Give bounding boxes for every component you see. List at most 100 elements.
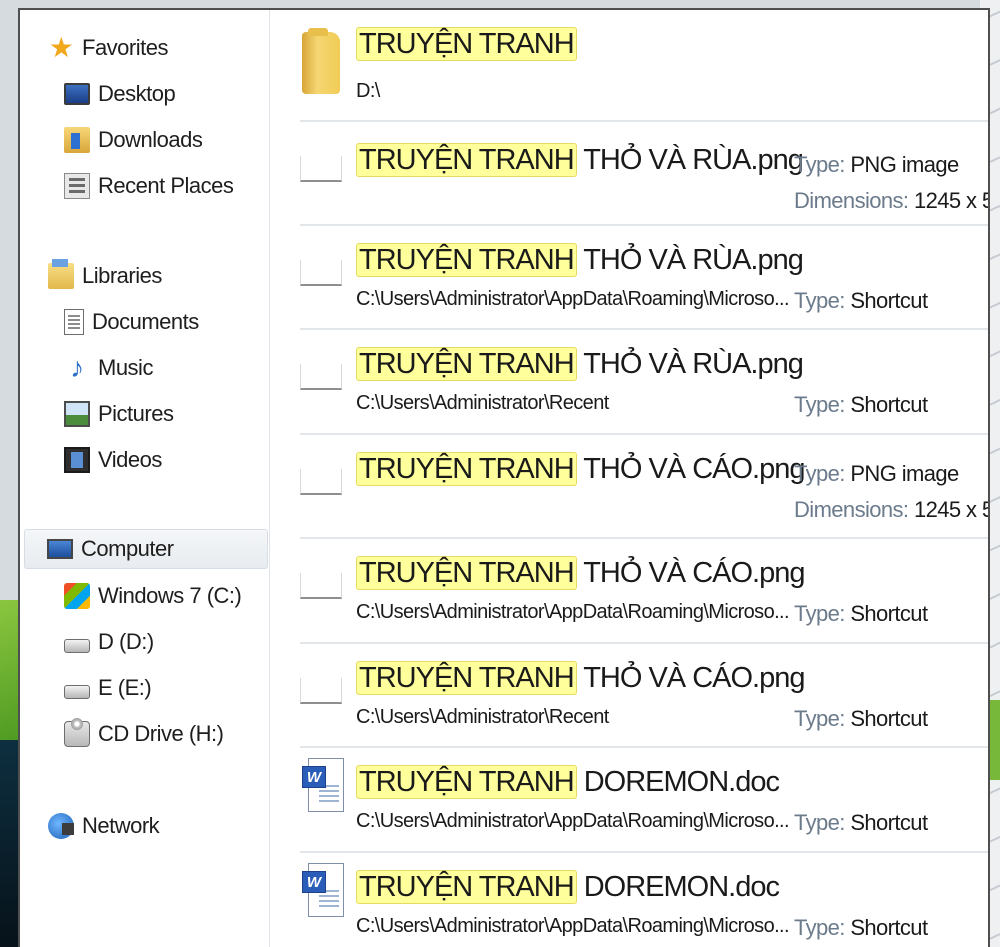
nav-computer-label: Computer [81,536,174,561]
nav-network[interactable]: Network [48,806,160,846]
result-item[interactable]: TRUYỆN TRANH THỎ VÀ CÁO.png Type: PNG im… [300,435,988,539]
nav-documents[interactable]: Documents [64,302,199,342]
result-item[interactable]: TRUYỆN TRANH THỎ VÀ CÁO.png C:\Users\Adm… [300,644,988,748]
type-label: Type: [794,288,845,313]
nav-e-drive[interactable]: E (E:) [64,668,152,708]
result-path: D:\ [356,80,380,102]
star-icon: ★ [48,32,74,63]
result-item[interactable]: TRUYỆN TRANH THỎ VÀ RÙA.png Type: PNG im… [300,122,988,226]
nav-cd-drive[interactable]: CD Drive (H:) [64,714,224,754]
network-icon [48,813,74,839]
result-name-rest: THỎ VÀ RÙA.png [576,144,804,176]
image-thumbnail-icon [300,156,342,182]
nav-desktop[interactable]: Desktop [64,74,176,114]
image-thumbnail-icon [300,678,342,704]
nav-windows7-label: Windows 7 (C:) [98,583,242,608]
nav-favorites[interactable]: ★ Favorites [48,28,169,68]
type-value: Shortcut [850,915,928,940]
type-label: Type: [794,461,845,486]
result-item[interactable]: W TRUYỆN TRANH DOREMON.doc C:\Users\Admi… [300,853,988,947]
nav-libraries[interactable]: Libraries [48,256,162,296]
nav-recent-places-label: Recent Places [98,173,234,198]
search-highlight: TRUYỆN TRANH [356,870,577,904]
result-name: TRUYỆN TRANH THỎ VÀ CÁO.png [356,661,805,695]
nav-favorites-label: Favorites [82,35,168,60]
result-item[interactable]: TRUYỆN TRANH THỎ VÀ CÁO.png C:\Users\Adm… [300,539,988,644]
result-name: TRUYỆN TRANH THỎ VÀ CÁO.png [356,556,805,590]
result-name: TRUYỆN TRANH THỎ VÀ CÁO.png [356,452,805,486]
result-name: TRUYỆN TRANH DOREMON.doc [356,765,780,799]
type-label: Type: [794,601,845,626]
result-type: Type: PNG image [794,152,959,178]
type-label: Type: [794,392,845,417]
music-note-icon: ♪ [70,352,84,383]
nav-cd-drive-label: CD Drive (H:) [98,721,224,746]
result-path: C:\Users\Administrator\AppData\Roaming\M… [356,601,790,623]
type-value: PNG image [850,461,959,486]
image-thumbnail-icon [300,573,342,599]
result-name-rest: THỎ VÀ CÁO.png [576,557,805,589]
dimensions-value: 1245 x 545 [913,188,988,213]
nav-windows7-drive[interactable]: Windows 7 (C:) [64,576,242,616]
libraries-icon [48,259,74,289]
type-label: Type: [794,706,845,731]
result-item[interactable]: TRUYỆN TRANH THỎ VÀ RÙA.png C:\Users\Adm… [300,226,988,330]
result-path: C:\Users\Administrator\Recent [356,706,609,728]
result-type: Type: Shortcut [794,288,928,314]
search-highlight: TRUYỆN TRANH [356,143,577,177]
explorer-window: ★ Favorites Desktop Downloads Recent Pla… [18,8,990,947]
result-type: Type: Shortcut [794,601,928,627]
type-value: Shortcut [850,810,928,835]
result-path: C:\Users\Administrator\AppData\Roaming\M… [356,288,790,310]
result-name: TRUYỆN TRANH THỎ VÀ RÙA.png [356,347,804,381]
result-name: TRUYỆN TRANH THỎ VÀ RÙA.png [356,243,804,277]
type-label: Type: [794,152,845,177]
result-path: C:\Users\Administrator\Recent [356,392,609,414]
search-highlight: TRUYỆN TRANH [356,347,577,381]
dimensions-value: 1245 x 545 [913,497,988,522]
nav-network-label: Network [82,813,160,838]
search-highlight: TRUYỆN TRANH [356,452,577,486]
result-type: Type: Shortcut [794,706,928,732]
dimensions-label: Dimensions: [794,497,909,522]
pictures-icon [64,401,90,427]
nav-d-drive-label: D (D:) [98,629,154,654]
result-type: Type: PNG image [794,461,959,487]
result-type: Type: Shortcut [794,392,928,418]
type-value: Shortcut [850,288,928,313]
word-w-badge: W [302,871,326,893]
word-doc-icon: W [302,758,344,814]
result-name: TRUYỆN TRANH [356,27,577,61]
cd-drive-icon [64,718,90,747]
nav-d-drive[interactable]: D (D:) [64,622,154,662]
nav-pictures-label: Pictures [98,401,174,426]
nav-desktop-label: Desktop [98,81,176,106]
word-doc-icon: W [302,863,344,919]
nav-videos[interactable]: Videos [64,440,162,480]
type-value: Shortcut [850,706,928,731]
result-item[interactable]: W TRUYỆN TRANH DOREMON.doc C:\Users\Admi… [300,748,988,853]
nav-pictures[interactable]: Pictures [64,394,174,434]
nav-music-label: Music [98,355,153,380]
type-label: Type: [794,915,845,940]
result-name: TRUYỆN TRANH THỎ VÀ RÙA.png [356,143,804,177]
type-value: PNG image [850,152,959,177]
result-name: TRUYỆN TRANH DOREMON.doc [356,870,780,904]
computer-icon [47,539,73,559]
search-highlight: TRUYỆN TRANH [356,765,577,799]
result-type: Type: Shortcut [794,915,928,941]
result-name-rest: DOREMON.doc [576,766,780,798]
result-path: C:\Users\Administrator\AppData\Roaming\M… [356,810,790,832]
nav-recent-places[interactable]: Recent Places [64,166,234,206]
result-item[interactable]: TRUYỆN TRANH D:\ [300,10,988,122]
hard-drive-icon [64,685,90,699]
film-strip-icon [64,447,90,473]
nav-e-drive-label: E (E:) [98,675,152,700]
nav-computer[interactable]: Computer [24,529,268,569]
result-name-rest: THỎ VÀ RÙA.png [576,244,804,276]
result-item[interactable]: TRUYỆN TRANH THỎ VÀ RÙA.png C:\Users\Adm… [300,330,988,435]
search-results-list[interactable]: TRUYỆN TRANH D:\ TRUYỆN TRANH THỎ VÀ RÙA… [272,10,988,947]
navigation-pane[interactable]: ★ Favorites Desktop Downloads Recent Pla… [20,10,270,947]
nav-music[interactable]: ♪ Music [64,348,153,388]
nav-downloads[interactable]: Downloads [64,120,203,160]
